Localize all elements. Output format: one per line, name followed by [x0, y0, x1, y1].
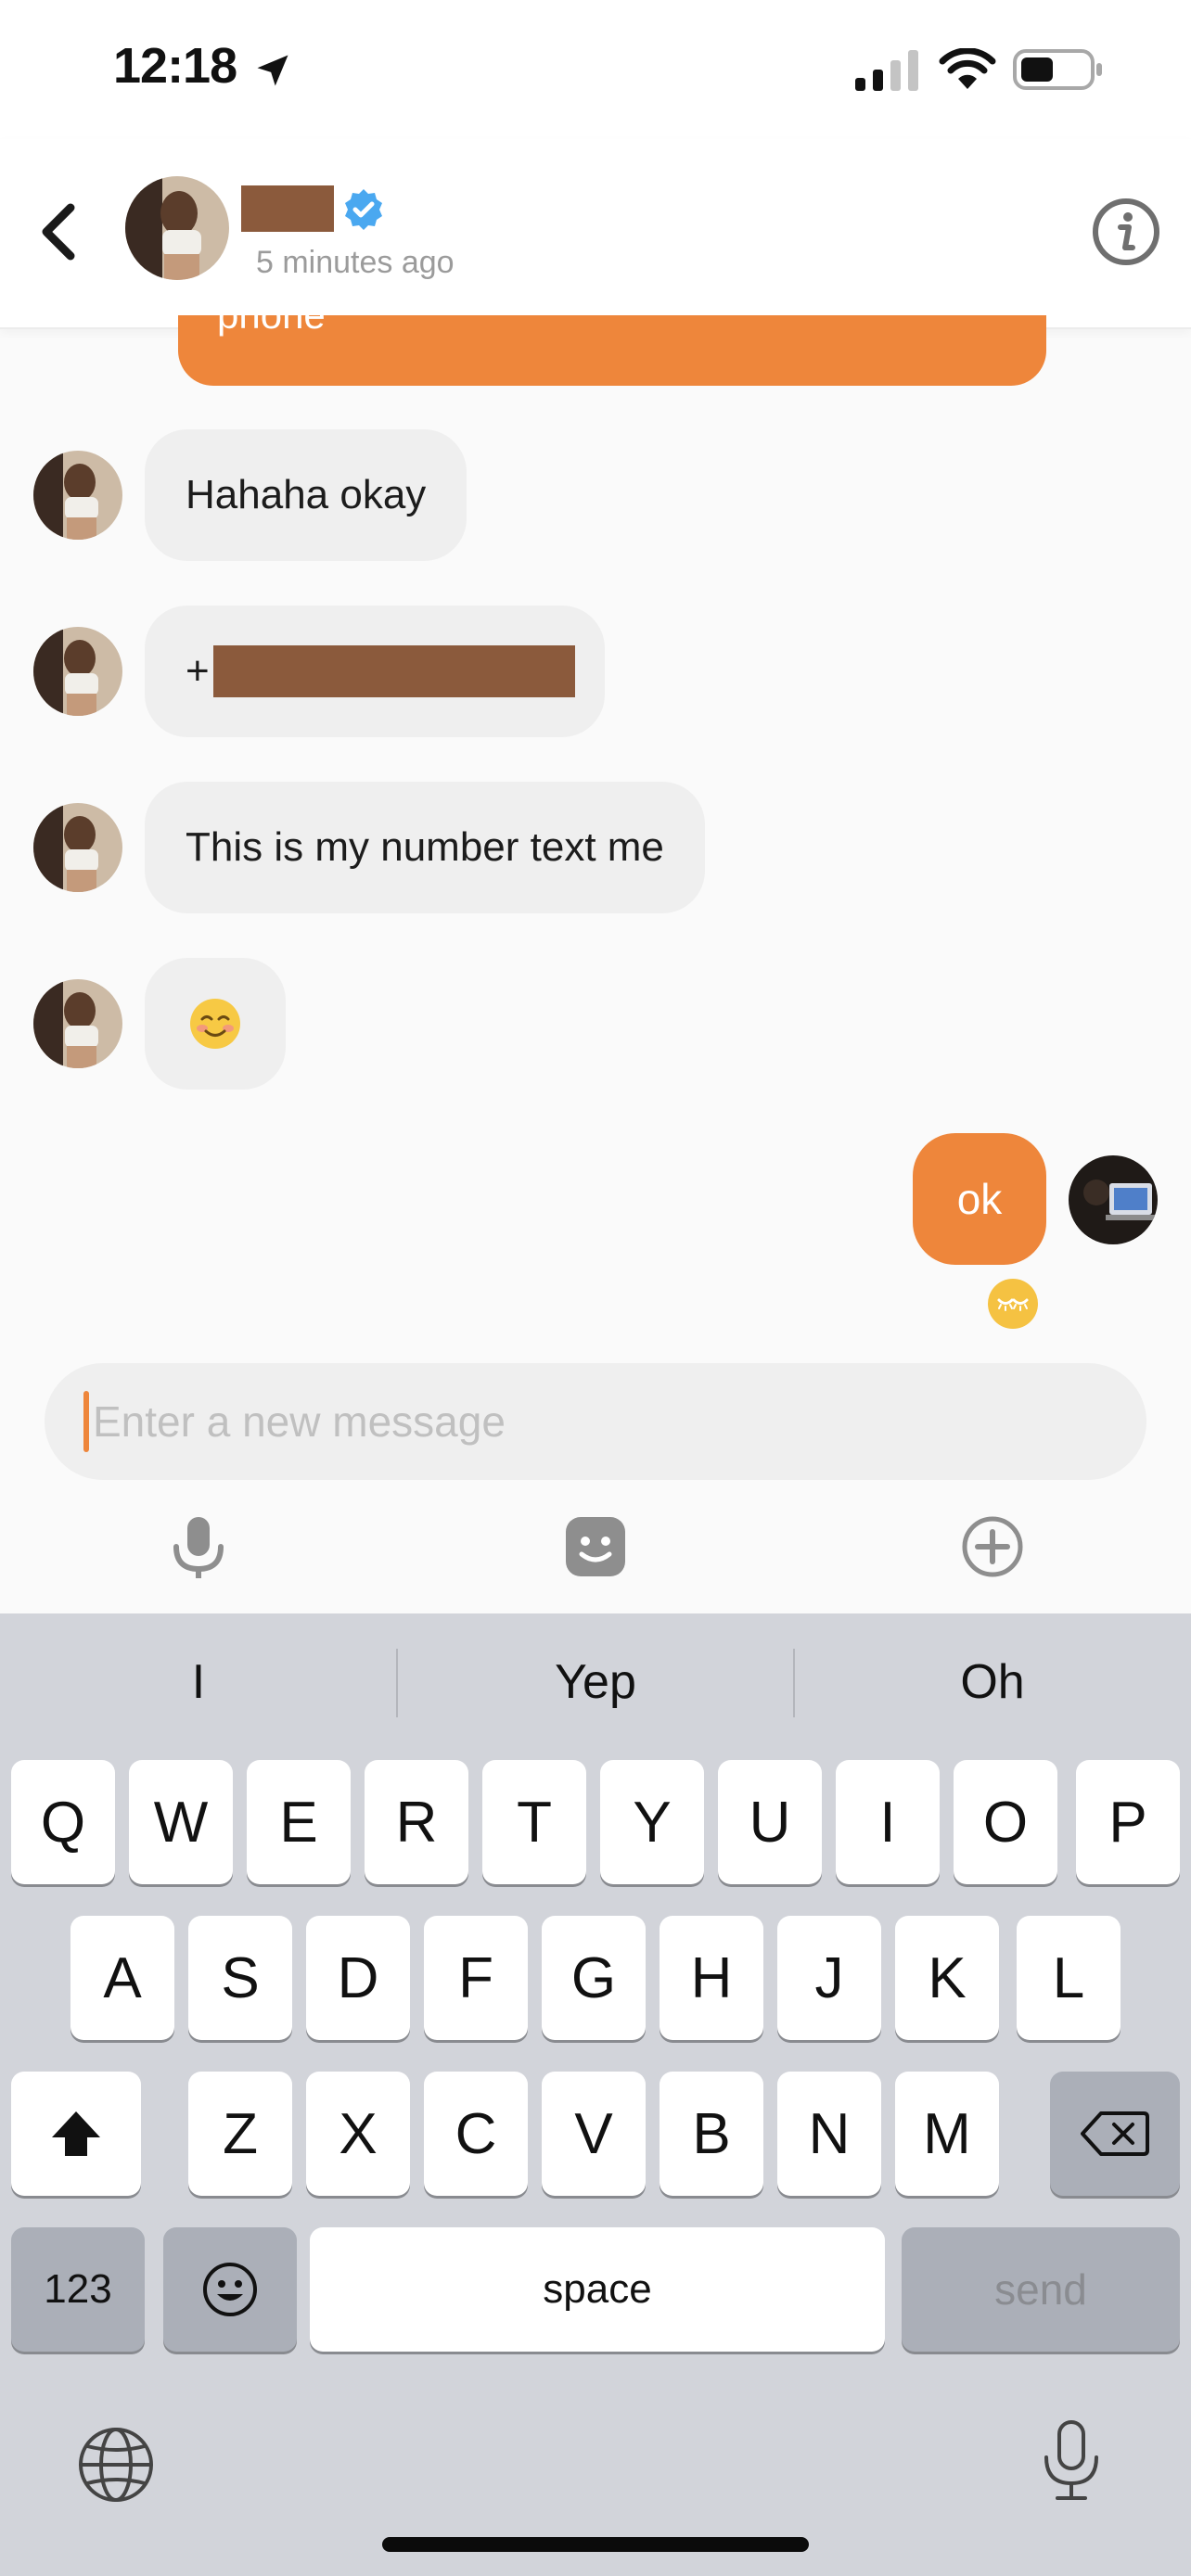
info-icon[interactable] — [1091, 197, 1161, 267]
key-s[interactable]: S — [188, 1916, 292, 2040]
verified-badge-icon — [345, 189, 382, 230]
key-y[interactable]: Y — [600, 1760, 704, 1884]
key-u[interactable]: U — [718, 1760, 822, 1884]
sticker-icon[interactable] — [564, 1513, 627, 1580]
message-input[interactable] — [93, 1396, 1020, 1447]
last-seen-status: 5 minutes ago — [256, 245, 455, 280]
shift-arrow-icon — [52, 2111, 100, 2156]
emoji-icon — [203, 2263, 257, 2316]
suggestion-1[interactable]: I — [0, 1641, 397, 1723]
outgoing-message[interactable]: ok — [913, 1133, 1046, 1265]
add-attachment-icon[interactable] — [961, 1513, 1024, 1580]
phone-prefix: + — [186, 648, 210, 694]
status-time: 12:18 — [113, 38, 237, 94]
numbers-key[interactable]: 123 — [11, 2227, 145, 2352]
key-q[interactable]: Q — [11, 1760, 115, 1884]
sender-avatar[interactable] — [33, 979, 122, 1068]
key-x[interactable]: X — [306, 2072, 410, 2196]
key-w[interactable]: W — [129, 1760, 233, 1884]
message-text: ok — [956, 1175, 1003, 1223]
my-photo — [1069, 1155, 1158, 1244]
outgoing-message-partial[interactable]: phone — [178, 315, 1046, 386]
incoming-message-phone[interactable]: + — [145, 606, 605, 737]
incoming-message[interactable]: This is my number text me — [145, 782, 705, 913]
sender-avatar[interactable] — [33, 803, 122, 892]
cellular-signal-icon — [855, 50, 918, 91]
delete-key[interactable] — [1050, 2072, 1180, 2196]
key-n[interactable]: N — [777, 2072, 881, 2196]
contact-avatar[interactable] — [125, 176, 229, 280]
message-text: Hahaha okay — [186, 472, 427, 517]
my-avatar[interactable] — [1069, 1155, 1158, 1244]
smiling-face-emoji-icon — [190, 999, 240, 1049]
key-i[interactable]: I — [836, 1760, 940, 1884]
shift-key[interactable] — [11, 2072, 141, 2196]
text-caret — [83, 1391, 89, 1452]
key-p[interactable]: P — [1076, 1760, 1180, 1884]
suggestion-3[interactable]: Oh — [794, 1641, 1191, 1723]
key-h[interactable]: H — [660, 1916, 763, 2040]
home-indicator[interactable] — [382, 2537, 809, 2552]
suggestion-2[interactable]: Yep — [397, 1641, 794, 1723]
microphone-icon[interactable] — [167, 1513, 230, 1580]
sender-avatar[interactable] — [33, 451, 122, 540]
sender-photo — [33, 803, 122, 892]
key-r[interactable]: R — [365, 1760, 468, 1884]
key-d[interactable]: D — [306, 1916, 410, 2040]
sender-photo — [33, 451, 122, 540]
key-m[interactable]: M — [895, 2072, 999, 2196]
key-k[interactable]: K — [895, 1916, 999, 2040]
incoming-message-emoji[interactable]: ☺️ — [145, 958, 286, 1090]
phone-number-redacted — [212, 645, 575, 697]
key-c[interactable]: C — [424, 2072, 528, 2196]
incoming-message[interactable]: Hahaha okay — [145, 429, 467, 561]
outgoing-message-partial-text: phone — [217, 315, 326, 338]
contact-name-redacted — [241, 185, 334, 232]
sender-photo — [33, 979, 122, 1068]
key-a[interactable]: A — [70, 1916, 174, 2040]
wifi-icon — [939, 48, 996, 89]
reaction-sleepy-face-icon[interactable] — [987, 1278, 1039, 1330]
space-key[interactable]: space — [310, 2227, 885, 2352]
message-text: This is my number text me — [186, 824, 664, 870]
key-j[interactable]: J — [777, 1916, 881, 2040]
battery-icon — [1013, 49, 1102, 90]
contact-photo — [125, 176, 229, 280]
sender-avatar[interactable] — [33, 627, 122, 716]
key-b[interactable]: B — [660, 2072, 763, 2196]
emoji-key[interactable] — [163, 2227, 297, 2352]
globe-icon[interactable] — [76, 2422, 156, 2507]
key-f[interactable]: F — [424, 1916, 528, 2040]
key-e[interactable]: E — [247, 1760, 351, 1884]
backspace-icon — [1081, 2111, 1149, 2156]
key-z[interactable]: Z — [188, 2072, 292, 2196]
key-v[interactable]: V — [542, 2072, 646, 2196]
key-o[interactable]: O — [954, 1760, 1057, 1884]
sender-photo — [33, 627, 122, 716]
send-key[interactable]: send — [902, 2227, 1180, 2352]
key-t[interactable]: T — [482, 1760, 586, 1884]
location-arrow-icon — [257, 55, 288, 86]
message-composer[interactable] — [45, 1363, 1146, 1480]
dictation-microphone-icon[interactable] — [1031, 2418, 1111, 2504]
back-button[interactable] — [28, 197, 93, 267]
key-l[interactable]: L — [1017, 1916, 1121, 2040]
key-g[interactable]: G — [542, 1916, 646, 2040]
